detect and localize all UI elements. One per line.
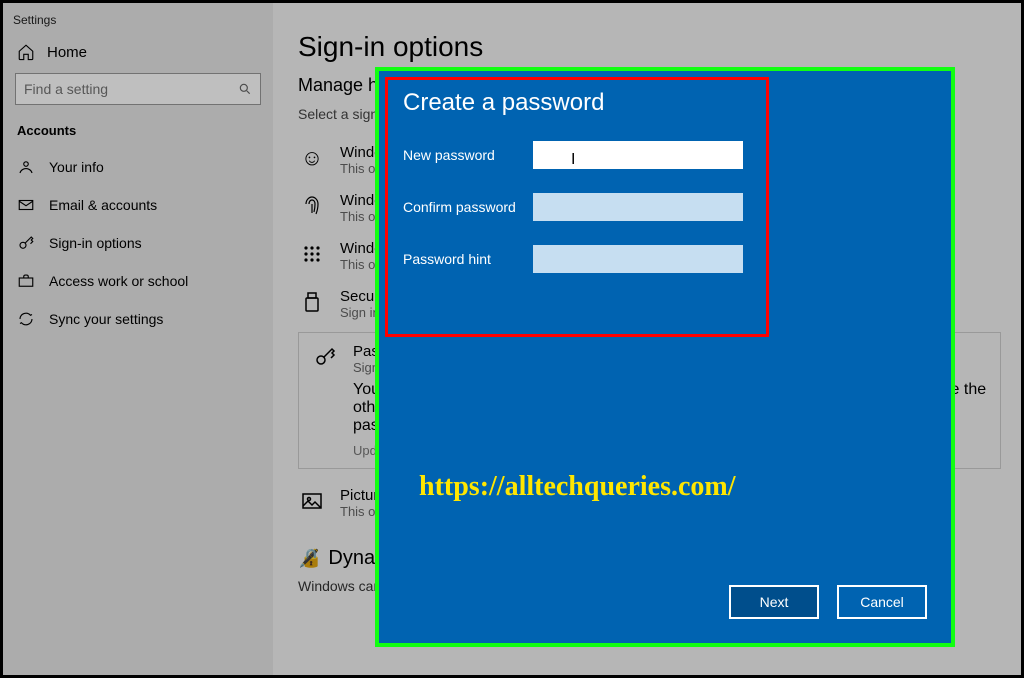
nav-access-work-school[interactable]: Access work or school	[3, 262, 273, 300]
nav-label: Sign-in options	[49, 235, 142, 251]
nav-label: Email & accounts	[49, 197, 157, 213]
mail-icon	[17, 196, 35, 214]
key-icon	[17, 234, 35, 252]
section-heading: Accounts	[3, 123, 273, 148]
sync-icon	[17, 310, 35, 328]
search-input-container[interactable]	[15, 73, 261, 105]
watermark-text: https://alltechqueries.com/	[419, 471, 736, 503]
usb-key-icon	[298, 288, 326, 316]
dialog-title: Create a password	[403, 89, 927, 117]
password-hint-input[interactable]	[533, 245, 743, 273]
user-icon	[17, 158, 35, 176]
picture-icon	[298, 487, 326, 515]
next-button[interactable]: Next	[729, 585, 819, 619]
create-password-dialog: Create a password New password Confirm p…	[379, 71, 951, 643]
new-password-input[interactable]	[533, 141, 743, 169]
home-nav[interactable]: Home	[3, 35, 273, 73]
nav-email-accounts[interactable]: Email & accounts	[3, 186, 273, 224]
key-icon	[311, 343, 339, 371]
home-icon	[17, 43, 35, 61]
fingerprint-icon	[298, 192, 326, 220]
search-icon	[238, 82, 252, 96]
nav-signin-options[interactable]: Sign-in options	[3, 224, 273, 262]
modal-highlight-border: Create a password New password Confirm p…	[375, 67, 955, 647]
sidebar: Settings Home Accounts Your info Email &…	[3, 3, 273, 675]
nav-label: Your info	[49, 159, 104, 175]
window-title: Settings	[3, 11, 273, 35]
keypad-icon	[298, 240, 326, 268]
confirm-password-input[interactable]	[533, 193, 743, 221]
face-icon: ☺	[298, 144, 326, 172]
cancel-button[interactable]: Cancel	[837, 585, 927, 619]
nav-your-info[interactable]: Your info	[3, 148, 273, 186]
briefcase-icon	[17, 272, 35, 290]
password-hint-label: Password hint	[403, 251, 533, 267]
new-password-label: New password	[403, 147, 533, 163]
nav-label: Sync your settings	[49, 311, 163, 327]
confirm-password-label: Confirm password	[403, 199, 533, 215]
home-label: Home	[47, 44, 87, 61]
nav-sync-settings[interactable]: Sync your settings	[3, 300, 273, 338]
search-input[interactable]	[24, 81, 238, 97]
page-title: Sign-in options	[298, 31, 1001, 63]
nav-label: Access work or school	[49, 273, 188, 289]
